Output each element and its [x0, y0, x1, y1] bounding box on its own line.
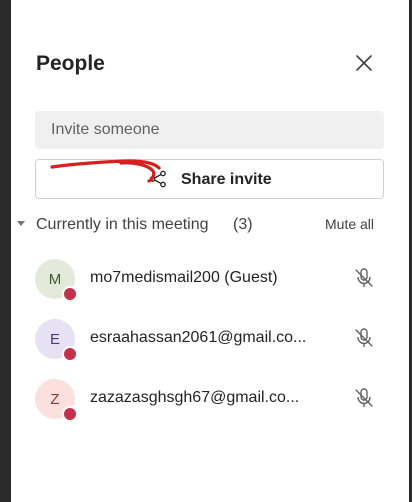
participant-row[interactable]: E esraahassan2061@gmail.co...	[11, 319, 409, 379]
close-button[interactable]	[351, 50, 377, 76]
avatar-initial: M	[48, 270, 62, 288]
mic-off-icon[interactable]	[353, 327, 375, 349]
share-icon	[149, 170, 166, 188]
participant-row[interactable]: M mo7medismail200 (Guest)	[11, 259, 409, 319]
caret-down-icon	[17, 221, 25, 226]
share-invite-label: Share invite	[181, 171, 272, 188]
status-badge	[62, 406, 78, 422]
participant-count: (3)	[233, 216, 253, 233]
participant-name: zazazasghsgh67@gmail.co...	[90, 389, 300, 406]
left-edge-strip	[0, 0, 11, 502]
invite-someone-input[interactable]	[35, 111, 384, 149]
mic-off-icon[interactable]	[353, 387, 375, 409]
participant-row[interactable]: Z zazazasghsgh67@gmail.co...	[11, 379, 409, 439]
mute-all-button[interactable]: Mute all	[325, 216, 374, 232]
participant-name: esraahassan2061@gmail.co...	[90, 329, 307, 346]
panel-title: People	[36, 52, 105, 75]
avatar-initial: E	[49, 330, 60, 348]
status-badge	[62, 286, 78, 302]
participant-name: mo7medismail200 (Guest)	[90, 269, 278, 286]
close-icon	[356, 55, 372, 71]
avatar-initial: Z	[50, 390, 60, 408]
mic-off-icon[interactable]	[353, 267, 375, 289]
people-panel: People Share invite Currently in this me…	[11, 0, 409, 502]
section-label: Currently in this meeting	[36, 216, 209, 233]
share-invite-button[interactable]: Share invite	[35, 159, 384, 199]
status-badge	[62, 346, 78, 362]
